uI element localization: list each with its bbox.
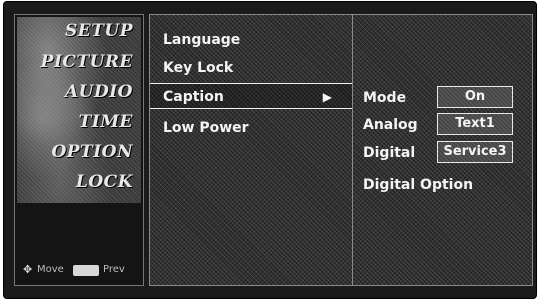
mode-value-box[interactable]: On	[437, 86, 513, 108]
menu-item-language[interactable]: Language	[150, 27, 352, 53]
menu-item-caption[interactable]: Caption ▶	[150, 83, 352, 109]
category-audio[interactable]: AUDIO	[65, 82, 133, 102]
category-panel: SETUP PICTURE AUDIO TIME OPTION LOCK ✥ M…	[14, 14, 144, 286]
prev-hint-label: Prev	[103, 264, 125, 275]
menu-item-label: Language	[163, 32, 241, 48]
digital-option-item[interactable]: Digital Option	[363, 177, 473, 193]
nav-hint-footer: ✥ Move Prev	[15, 263, 143, 279]
category-setup[interactable]: SETUP	[65, 21, 133, 41]
analog-label: Analog	[363, 117, 418, 133]
digital-value-box[interactable]: Service3	[437, 141, 513, 163]
mode-label: Mode	[363, 90, 407, 106]
digital-label: Digital	[363, 145, 416, 161]
caption-settings-panel: Mode On Analog Text1 Digital Service3 Di…	[353, 14, 533, 286]
menu-item-key-lock[interactable]: Key Lock	[150, 55, 352, 81]
category-lock[interactable]: LOCK	[76, 172, 133, 192]
category-option[interactable]: OPTION	[51, 142, 133, 162]
category-time[interactable]: TIME	[79, 112, 133, 132]
menu-key-icon	[73, 265, 99, 276]
option-menu-panel: Language Key Lock Caption ▶ Low Power	[149, 14, 353, 286]
category-picture[interactable]: PICTURE	[41, 52, 133, 72]
analog-value-box[interactable]: Text1	[437, 113, 513, 135]
move-hint-label: Move	[37, 264, 64, 275]
menu-item-label: Key Lock	[163, 60, 234, 76]
right-arrow-icon: ▶	[322, 90, 332, 104]
menu-item-label: Caption	[163, 89, 224, 105]
menu-item-label: Low Power	[163, 120, 249, 136]
tv-osd-screen: SETUP PICTURE AUDIO TIME OPTION LOCK ✥ M…	[3, 1, 537, 299]
four-way-arrow-icon: ✥	[23, 263, 33, 276]
menu-item-low-power[interactable]: Low Power	[150, 115, 352, 141]
